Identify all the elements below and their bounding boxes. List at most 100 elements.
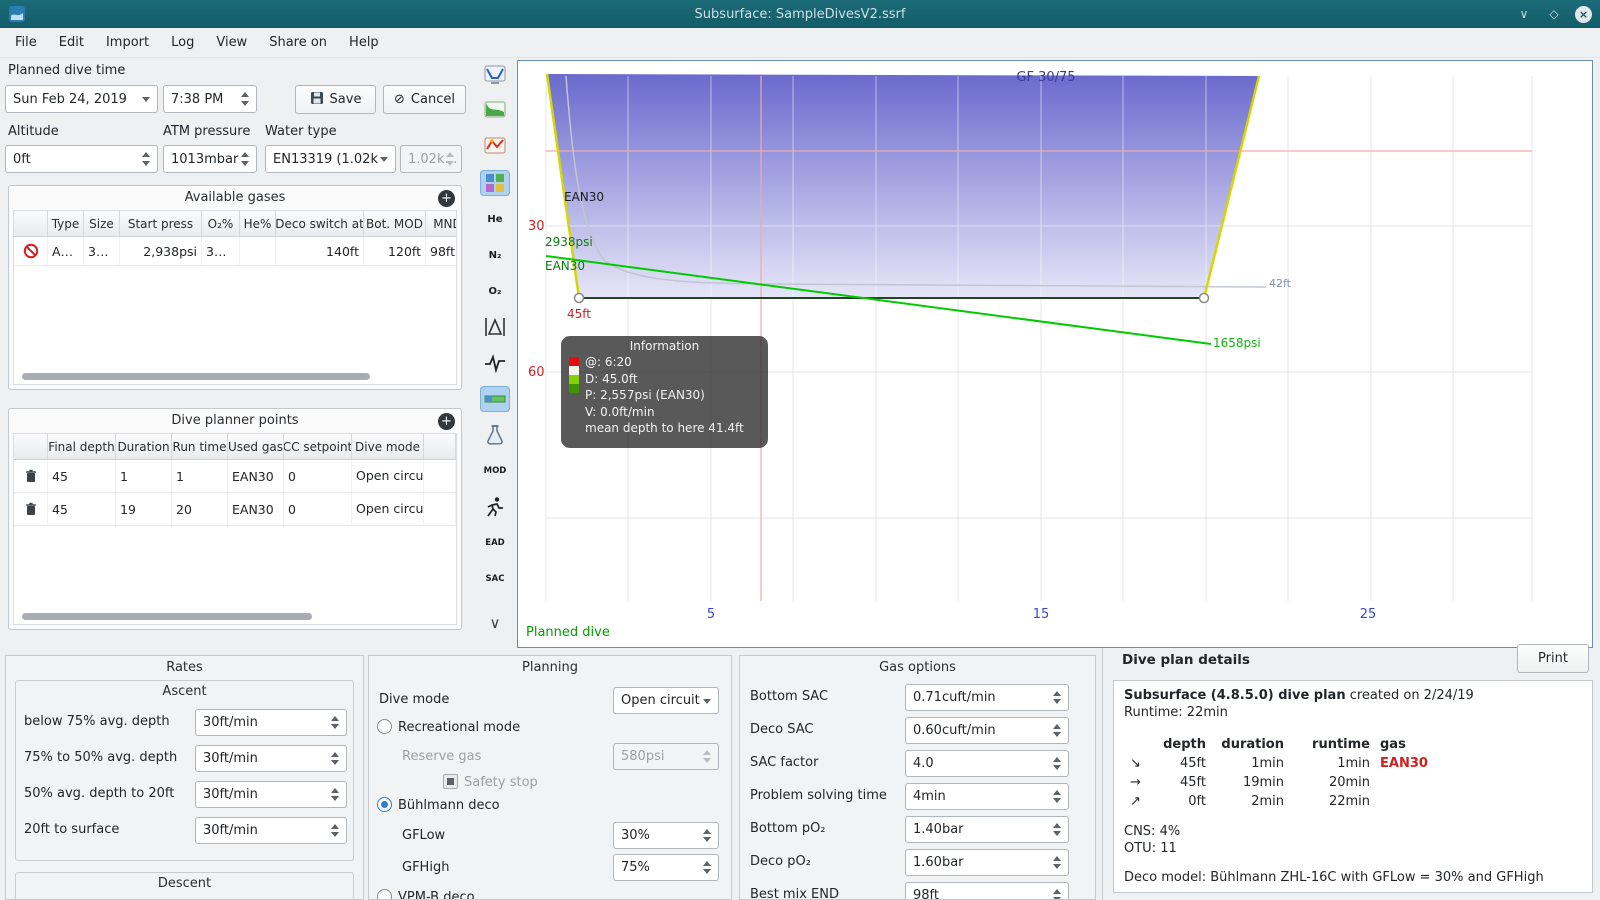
menu-item-share-on[interactable]: Share on [258,35,338,50]
points-col-cc-setpoint[interactable]: CC setpoint [284,434,352,459]
points-col-duration[interactable]: Duration [116,434,172,459]
tank-bar-toggle-icon[interactable] [480,386,510,412]
profile-handle-start[interactable] [573,292,585,304]
gas-chemistry-icon[interactable] [480,422,510,448]
safety-stop-checkbox[interactable] [443,774,458,789]
point-runtime-cell[interactable]: 1 [172,460,228,492]
point-setpoint-cell[interactable]: 0 [284,493,352,525]
dive-date-combo[interactable]: Sun Feb 24, 2019 [5,85,158,113]
recreational-mode-radio[interactable] [377,719,392,734]
point-setpoint-cell[interactable]: 0 [284,460,352,492]
ascent-rate-20ft-spinner[interactable]: 30ft/min [195,781,347,808]
pp-oxygen-toggle[interactable]: O₂ [480,278,510,304]
gflow-spinner[interactable]: 30% [613,822,719,849]
delete-point-button[interactable] [14,493,48,525]
point-duration-cell[interactable]: 19 [116,493,172,525]
save-button[interactable]: Save [295,85,376,114]
ascent-rate-surface-spinner[interactable]: 30ft/min [195,817,347,844]
gas-deco-switch-cell[interactable]: 140ft [276,237,364,265]
menu-item-edit[interactable]: Edit [48,35,95,50]
ead-toggle[interactable]: EAD [480,530,510,556]
heart-rate-icon[interactable] [480,350,510,376]
gfhigh-spinner[interactable]: 75% [613,854,719,881]
deco-sac-spinner[interactable]: 0.60cuft/min [905,717,1069,744]
dc-reported-ceiling-icon[interactable] [480,494,510,520]
dive-profile-chart[interactable]: GF 30/75 30 60 5 15 25 EAN30 2938psi EAN… [517,60,1593,648]
deco-po2-spinner[interactable]: 1.60bar [905,849,1069,876]
point-duration-cell[interactable]: 1 [116,460,172,492]
altitude-spinner[interactable]: 0ft [5,145,158,173]
profile-handle-end[interactable] [1198,292,1210,304]
add-point-button[interactable]: + [438,413,455,430]
point-runtime-cell[interactable]: 20 [172,493,228,525]
dive-computer-profile-icon[interactable] [480,62,510,88]
gas-bot-mod-cell[interactable]: 120ft [364,237,426,265]
maximize-icon[interactable]: ◇ [1545,5,1563,23]
minimize-icon[interactable]: ∨ [1515,5,1533,23]
toolbar-scroll-down-icon[interactable]: ∨ [480,610,510,636]
gas-size-cell[interactable]: 3… [84,237,120,265]
gases-col-bot-mod[interactable]: Bot. MOD [364,211,426,236]
menu-item-view[interactable]: View [205,35,258,50]
bottom-po2-spinner[interactable]: 1.40bar [905,816,1069,843]
problem-solving-time-spinner[interactable]: 4min [905,783,1069,810]
gases-horizontal-scrollbar[interactable] [22,373,370,380]
pp-helium-toggle[interactable]: He [480,206,510,232]
gases-col-start-press[interactable]: Start press [120,211,202,236]
edit-profile-icon[interactable] [480,134,510,160]
buhlmann-deco-radio[interactable] [377,797,392,812]
menu-item-help[interactable]: Help [338,35,390,50]
delete-point-button[interactable] [14,460,48,492]
menu-item-file[interactable]: File [4,35,48,50]
bottom-sac-spinner[interactable]: 0.71cuft/min [905,684,1069,711]
gases-col-size[interactable]: Size [84,211,120,236]
sac-factor-spinner[interactable]: 4.0 [905,750,1069,777]
dive-time-spinner[interactable]: 7:38 PM [163,85,257,113]
profile-info-tooltip[interactable]: Information @: 6:20 D: 45.0ft P: 2,557ps… [561,336,768,448]
gas-type-cell[interactable]: A… [48,237,84,265]
add-gas-button[interactable]: + [438,190,455,207]
gas-start-press-cell[interactable]: 2,938psi [120,237,202,265]
gas-mnd-cell[interactable]: 98ft [426,237,456,265]
point-depth-cell[interactable]: 45 [48,460,116,492]
points-col-icon[interactable] [14,434,48,459]
recreational-mode-label[interactable]: Recreational mode [398,720,520,735]
point-depth-cell[interactable]: 45 [48,493,116,525]
menu-item-import[interactable]: Import [95,35,160,50]
delete-gas-button[interactable] [14,237,48,265]
pp-nitrogen-toggle[interactable]: N₂ [480,242,510,268]
gases-col-o2[interactable]: O₂% [202,211,240,236]
gas-o2-cell[interactable]: 3… [202,237,240,265]
tissue-graph-icon[interactable] [480,314,510,340]
gases-col-deco-switch[interactable]: Deco switch at [276,211,364,236]
gas-he-cell[interactable] [240,237,276,265]
safety-stop-label[interactable]: Safety stop [464,775,538,790]
mod-toggle[interactable]: MOD [480,458,510,484]
gases-col-mnd[interactable]: MND [426,211,456,236]
print-button[interactable]: Print [1517,644,1589,673]
point-divemode-cell[interactable]: Open circuit [352,460,424,492]
dive-mode-combo[interactable]: Open circuit [613,687,719,714]
atm-pressure-spinner[interactable]: 1013mbar [163,145,257,173]
gases-col-he[interactable]: He% [240,211,276,236]
ascent-rate-50-spinner[interactable]: 30ft/min [195,745,347,772]
gases-col-icon[interactable] [14,211,48,236]
points-horizontal-scrollbar[interactable] [22,613,312,620]
vpmb-deco-radio[interactable] [377,889,392,899]
points-col-final-depth[interactable]: Final depth [48,434,116,459]
sac-toggle[interactable]: SAC [480,566,510,592]
cancel-button[interactable]: ⊘ Cancel [383,85,466,114]
point-gas-cell[interactable]: EAN30 [228,460,284,492]
points-col-run-time[interactable]: Run time [172,434,228,459]
point-divemode-cell[interactable]: Open circuit [352,493,424,525]
buhlmann-deco-label[interactable]: Bühlmann deco [398,798,500,813]
close-icon[interactable]: × [1575,5,1592,23]
photos-toggle-icon[interactable] [480,170,510,196]
points-col-used-gas[interactable]: Used gas [228,434,284,459]
menu-item-log[interactable]: Log [160,35,205,50]
best-mix-end-spinner[interactable]: 98ft [905,882,1069,899]
point-gas-cell[interactable]: EAN30 [228,493,284,525]
vpmb-deco-label[interactable]: VPM-B deco [398,890,475,899]
gases-col-type[interactable]: Type [48,211,84,236]
ascent-rate-75-spinner[interactable]: 30ft/min [195,709,347,736]
